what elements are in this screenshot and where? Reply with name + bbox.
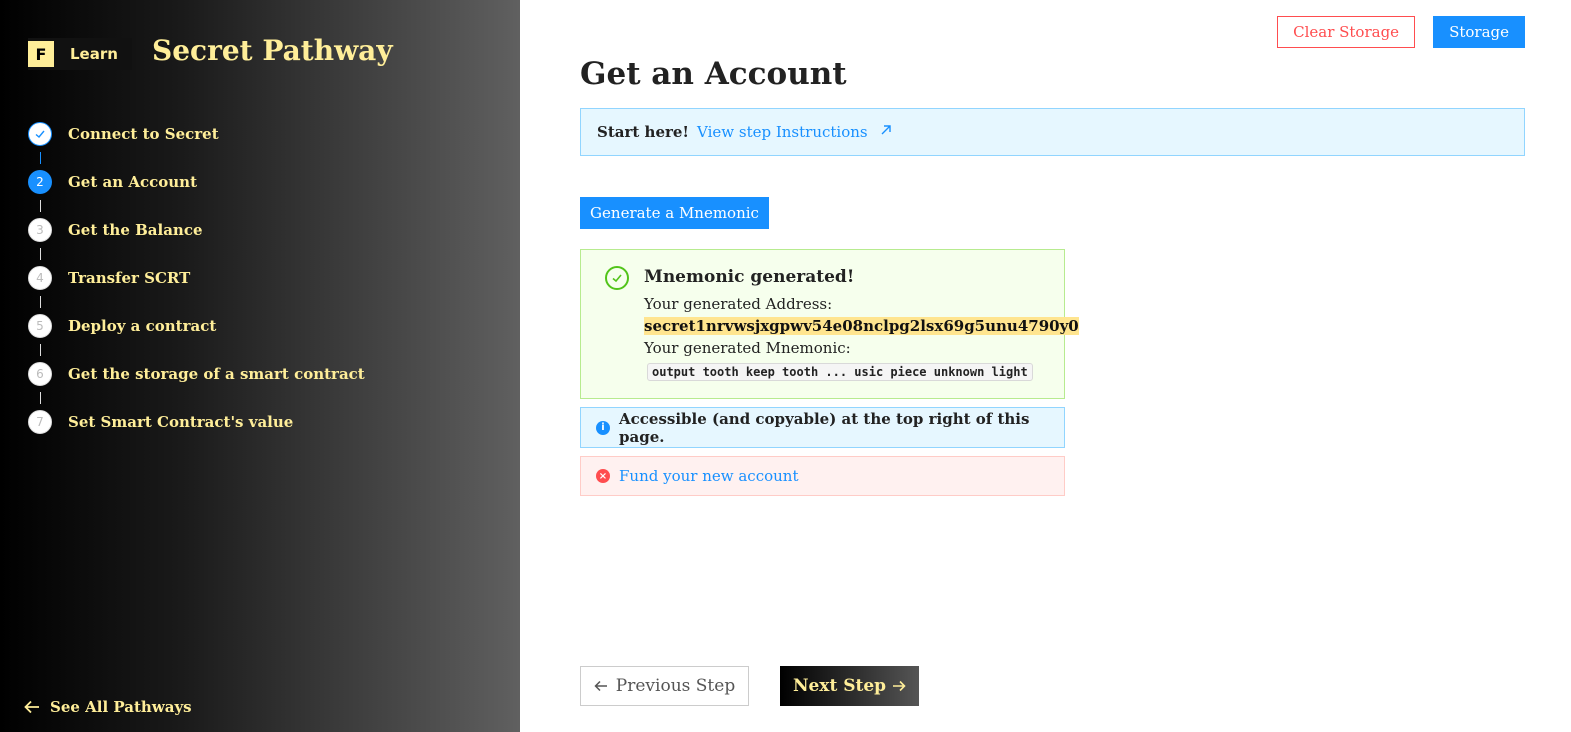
step-connector <box>39 344 41 356</box>
previous-step-label: Previous Step <box>615 676 736 696</box>
generated-address[interactable]: secret1nrvwsjxgpwv54e08nclpg2lsx69g5unu4… <box>644 317 1079 335</box>
see-all-pathways-link[interactable]: See All Pathways <box>24 698 192 716</box>
address-label: Your generated Address: <box>644 295 833 313</box>
step-connector <box>39 152 41 164</box>
success-content: Mnemonic generated! Your generated Addre… <box>644 267 1079 381</box>
learn-logo[interactable]: F Learn <box>28 38 132 70</box>
sidebar: F Learn Secret Pathway Connect to Secret… <box>0 0 520 732</box>
arrow-right-icon <box>893 680 906 692</box>
logo-text: Learn <box>70 45 118 63</box>
see-all-label: See All Pathways <box>50 698 192 716</box>
header-actions: Clear Storage Storage <box>1277 16 1525 48</box>
step-deploy[interactable]: 5 Deploy a contract <box>28 314 365 362</box>
step-get-account[interactable]: 2 Get an Account <box>28 170 365 218</box>
next-step-button[interactable]: Next Step <box>780 666 919 706</box>
view-instructions-link[interactable]: View step Instructions <box>697 123 868 141</box>
step-label: Transfer SCRT <box>68 269 191 287</box>
step-transfer[interactable]: 4 Transfer SCRT <box>28 266 365 314</box>
step-connector <box>39 200 41 212</box>
external-link-icon[interactable] <box>880 124 892 140</box>
arrow-left-icon <box>24 700 39 714</box>
step-label: Connect to Secret <box>68 125 219 143</box>
close-circle-icon: × <box>596 469 610 483</box>
main-content: Clear Storage Storage Get an Account Sta… <box>520 0 1571 732</box>
step-label: Get the Balance <box>68 221 203 239</box>
step-set-value[interactable]: 7 Set Smart Contract's value <box>28 410 365 458</box>
check-circle-icon <box>605 266 629 290</box>
info-icon: i <box>596 420 610 435</box>
step-get-storage[interactable]: 6 Get the storage of a smart contract <box>28 362 365 410</box>
step-number: 2 <box>28 170 52 194</box>
clear-storage-button[interactable]: Clear Storage <box>1277 16 1416 48</box>
mnemonic-label: Your generated Mnemonic: <box>644 339 851 357</box>
step-label: Deploy a contract <box>68 317 217 335</box>
brand: F Learn <box>28 38 132 70</box>
storage-button[interactable]: Storage <box>1433 16 1525 48</box>
step-connector <box>39 248 41 260</box>
step-list: Connect to Secret 2 Get an Account 3 Get… <box>28 122 365 458</box>
step-label: Get the storage of a smart contract <box>68 365 365 383</box>
info-text: Accessible (and copyable) at the top rig… <box>619 409 1030 446</box>
previous-step-button[interactable]: Previous Step <box>580 666 749 706</box>
info-alert: i Accessible (and copyable) at the top r… <box>580 407 1065 448</box>
step-get-balance[interactable]: 3 Get the Balance <box>28 218 365 266</box>
step-connector <box>39 296 41 308</box>
instructions-lead: Start here! <box>597 123 690 141</box>
generate-mnemonic-button[interactable]: Generate a Mnemonic <box>580 197 769 229</box>
step-connect[interactable]: Connect to Secret <box>28 122 365 170</box>
pathway-title: Secret Pathway <box>152 34 393 67</box>
step-number: 3 <box>28 218 52 242</box>
logo-letter: F <box>28 41 54 67</box>
generated-mnemonic[interactable]: output tooth keep tooth ... usic piece u… <box>647 363 1033 381</box>
instructions-banner: Start here! View step Instructions <box>580 108 1525 156</box>
step-number: 7 <box>28 410 52 434</box>
step-label: Set Smart Contract's value <box>68 413 294 431</box>
success-alert: Mnemonic generated! Your generated Addre… <box>580 249 1079 399</box>
step-number: 6 <box>28 362 52 386</box>
success-title: Mnemonic generated! <box>644 267 855 287</box>
page-title: Get an Account <box>580 56 847 92</box>
step-number: 5 <box>28 314 52 338</box>
next-step-label: Next Step <box>792 676 887 696</box>
step-label: Get an Account <box>68 173 198 191</box>
fund-account-link[interactable]: Fund your new account <box>619 467 798 485</box>
step-connector <box>39 392 41 404</box>
check-icon <box>28 122 52 146</box>
error-alert: × Fund your new account <box>580 456 1065 496</box>
arrow-left-icon <box>594 680 607 692</box>
step-number: 4 <box>28 266 52 290</box>
